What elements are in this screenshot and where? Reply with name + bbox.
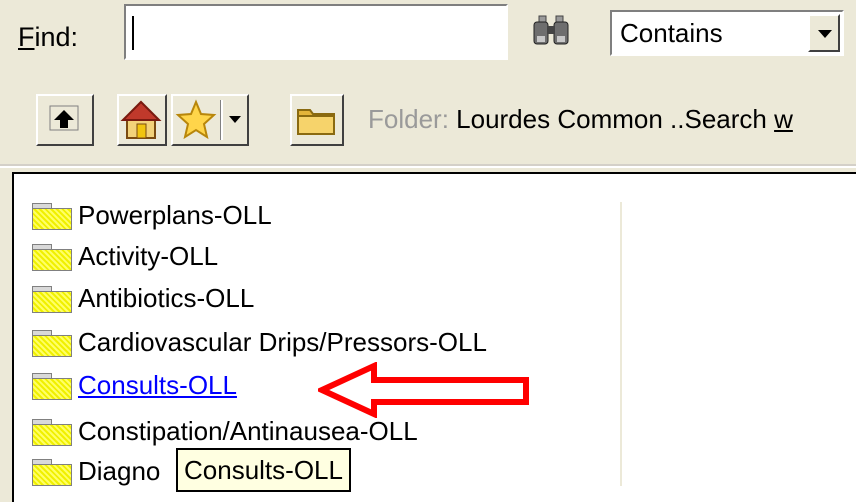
tree-item-powerplans[interactable]: Powerplans-OLL [30, 196, 272, 234]
home-button[interactable] [117, 94, 167, 146]
folder-path-label: Folder: Lourdes Common ..Search w [368, 104, 793, 134]
find-input[interactable] [124, 4, 508, 60]
favorites-button[interactable] [171, 94, 249, 146]
chevron-down-icon[interactable] [808, 14, 840, 52]
folder-icon [30, 415, 74, 447]
binoculars-icon[interactable] [531, 14, 571, 48]
home-icon [120, 100, 162, 139]
annotation-arrow [318, 362, 529, 418]
folder-icon [30, 199, 74, 231]
star-icon [175, 99, 217, 140]
tree-item-diagnostics[interactable]: Diagno [30, 452, 160, 490]
up-folder-button[interactable] [36, 94, 94, 146]
tree-item-consults[interactable]: Consults-OLL [30, 366, 237, 404]
tree-item-activity[interactable]: Activity-OLL [30, 237, 218, 275]
search-mode-value: Contains [620, 18, 723, 48]
separator [0, 166, 856, 168]
folder-path: Lourdes Common ..Search [448, 104, 775, 134]
divider [220, 100, 223, 140]
tree-item-cardiovascular[interactable]: Cardiovascular Drips/Pressors-OLL [30, 323, 487, 361]
folder-icon [30, 455, 74, 487]
pane-divider[interactable] [620, 202, 622, 486]
search-link[interactable]: w [774, 104, 793, 134]
tree-item-antibiotics[interactable]: Antibiotics-OLL [30, 279, 254, 317]
find-label: Find: [18, 22, 79, 52]
folder-icon [30, 369, 74, 401]
folder-icon [30, 326, 74, 358]
browse-folder-button[interactable] [290, 94, 344, 146]
folder-icon [30, 240, 74, 272]
up-arrow-icon [49, 105, 79, 131]
search-mode-select[interactable]: Contains [610, 10, 844, 56]
tooltip: Consults-OLL [176, 448, 351, 492]
folder-icon [30, 282, 74, 314]
favorites-dropdown-icon[interactable] [229, 116, 241, 123]
folder-icon [297, 109, 335, 135]
